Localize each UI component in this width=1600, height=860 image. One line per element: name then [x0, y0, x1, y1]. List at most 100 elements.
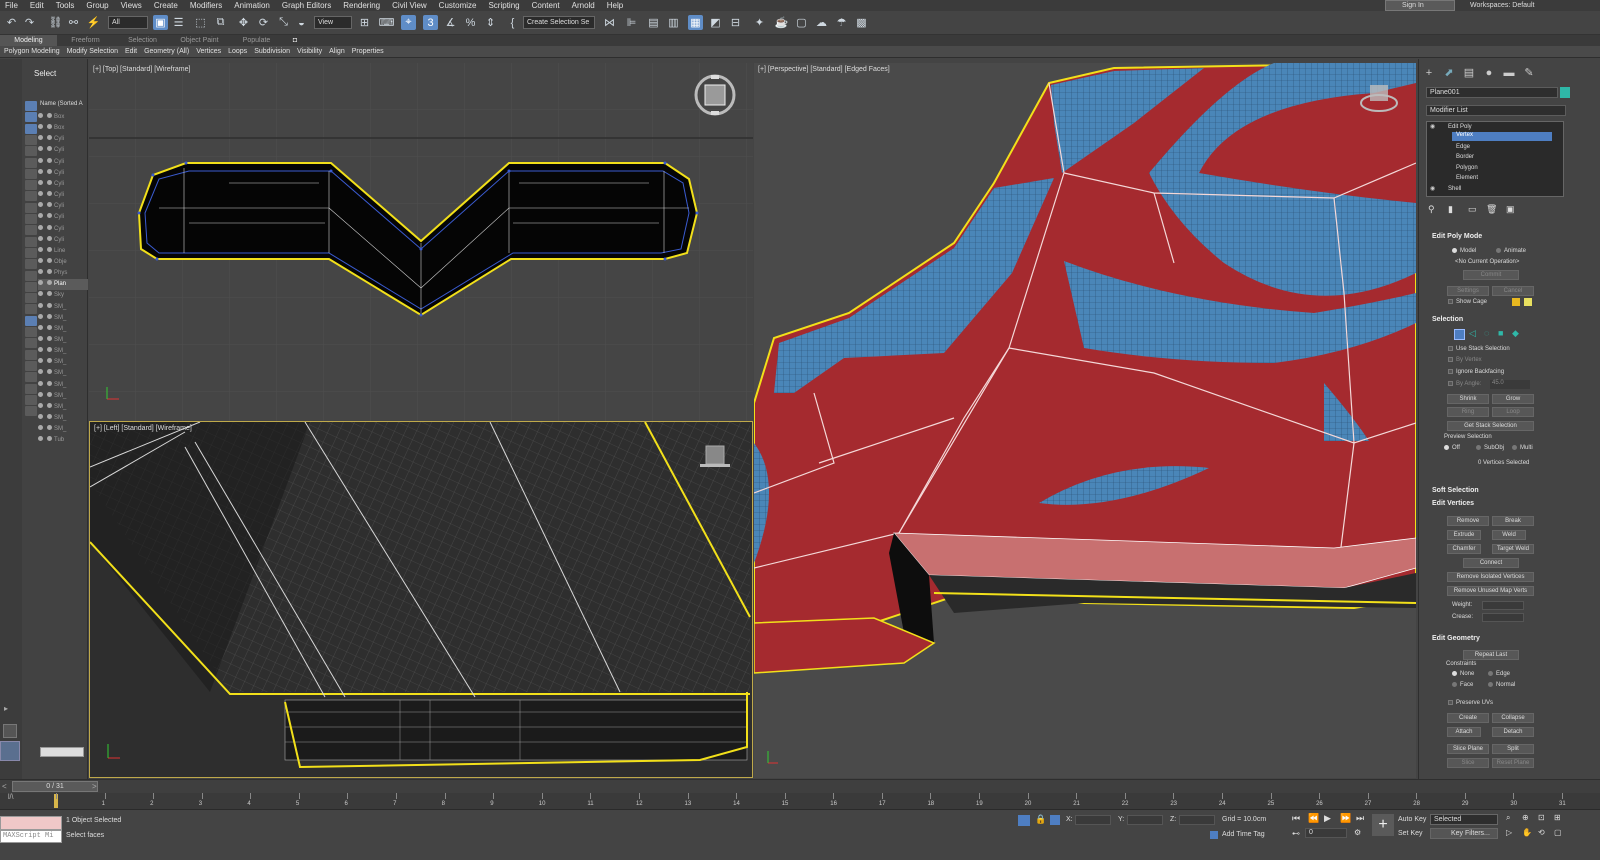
explorer-filter-icon[interactable] — [25, 304, 37, 315]
explorer-item[interactable]: Cyli — [38, 201, 88, 212]
visibility-icon[interactable] — [38, 358, 43, 364]
viewport-layout-icon[interactable] — [0, 741, 20, 761]
visibility-icon[interactable] — [38, 380, 43, 386]
explorer-filter-icon[interactable] — [25, 180, 37, 191]
viewport-perspective[interactable]: [+] [Perspective] [Standard] [Edged Face… — [754, 63, 1416, 778]
freeze-icon[interactable] — [47, 269, 52, 275]
ribbon-edit[interactable]: Edit — [121, 48, 140, 55]
tab-modeling[interactable]: Modeling — [0, 35, 57, 46]
visibility-icon[interactable] — [38, 135, 43, 141]
menu-create[interactable]: Create — [149, 1, 185, 10]
explorer-item[interactable]: SM_ — [38, 357, 88, 368]
explorer-filter-icon[interactable] — [25, 112, 37, 123]
tab-object-paint[interactable]: Object Paint — [171, 35, 228, 46]
ribbon-properties[interactable]: Properties — [348, 48, 387, 55]
visibility-icon[interactable] — [38, 324, 43, 330]
explorer-item[interactable]: SM_ — [38, 324, 88, 335]
undo-icon[interactable]: ↶ — [4, 15, 19, 30]
scene-explorer-icon[interactable]: ▤ — [646, 15, 661, 30]
render-setup-icon[interactable]: ☕ — [774, 15, 789, 30]
freeze-icon[interactable] — [47, 380, 52, 386]
menu-views[interactable]: Views — [116, 1, 149, 10]
visibility-icon[interactable] — [38, 246, 43, 252]
stack-shell[interactable]: Shell — [1448, 186, 1461, 192]
by-angle-spinner[interactable]: 45.0 — [1490, 380, 1530, 389]
y-coordinate-field[interactable] — [1127, 815, 1163, 825]
tab-populate[interactable]: Populate — [228, 35, 285, 46]
make-unique-icon[interactable]: ▭ — [1468, 204, 1477, 215]
explorer-item[interactable]: SM_ — [38, 368, 88, 379]
menu-scripting[interactable]: Scripting — [483, 1, 526, 10]
time-prev-icon[interactable]: < — [2, 782, 10, 791]
menu-group[interactable]: Group — [81, 1, 115, 10]
named-selection-set-dropdown[interactable]: Create Selection Se — [523, 16, 595, 29]
explorer-filter-icon[interactable] — [25, 168, 37, 179]
grow-button[interactable]: Grow — [1492, 394, 1534, 404]
freeze-icon[interactable] — [47, 224, 52, 230]
freeze-icon[interactable] — [47, 358, 52, 364]
go-to-start-icon[interactable]: ⏮ — [1292, 813, 1300, 824]
key-mode-icon[interactable]: ⊷ — [1292, 829, 1300, 838]
remove-button[interactable]: Remove — [1447, 516, 1489, 526]
edge-mode-icon[interactable]: ◁ — [1469, 328, 1476, 339]
freeze-icon[interactable] — [47, 202, 52, 208]
explorer-filter-icon[interactable] — [25, 101, 37, 111]
explorer-filter-icon[interactable] — [25, 225, 37, 236]
edit-geometry-rollout[interactable]: Edit Geometry — [1424, 633, 1558, 645]
freeze-icon[interactable] — [47, 425, 52, 431]
freeze-icon[interactable] — [47, 402, 52, 408]
x-coordinate-field[interactable] — [1075, 815, 1111, 825]
tab-selection[interactable]: Selection — [114, 35, 171, 46]
collapse-button[interactable]: Collapse — [1492, 713, 1534, 723]
viewport-perspective-label[interactable]: [+] [Perspective] [Standard] [Edged Face… — [758, 66, 890, 73]
preserve-uvs-checkbox[interactable]: Preserve UVs — [1448, 700, 1493, 706]
freeze-icon[interactable] — [47, 179, 52, 185]
pan-icon[interactable]: ✋ — [1522, 828, 1532, 837]
visibility-icon[interactable] — [38, 313, 43, 319]
visibility-icon[interactable] — [38, 369, 43, 375]
explorer-item[interactable]: Sky — [38, 290, 88, 301]
repeat-last-button[interactable]: Repeat Last — [1463, 650, 1519, 660]
freeze-icon[interactable] — [47, 324, 52, 330]
keyboard-shortcut-icon[interactable]: ⌨ — [379, 15, 395, 30]
ribbon-loops[interactable]: Loops — [224, 48, 250, 55]
explorer-item[interactable]: Phys — [38, 268, 88, 279]
remove-isolated-vertices-button[interactable]: Remove Isolated Vertices — [1447, 572, 1534, 582]
constraint-normal-radio[interactable]: Normal — [1488, 682, 1515, 688]
visibility-icon[interactable] — [38, 202, 43, 208]
remove-modifier-icon[interactable]: 🗑 — [1486, 204, 1497, 215]
explorer-item[interactable]: Cyli — [38, 179, 88, 190]
target-weld-button[interactable]: Target Weld — [1492, 544, 1534, 554]
explorer-item[interactable]: Plan — [38, 279, 88, 291]
explorer-item[interactable]: SM_ — [38, 313, 88, 324]
zoom-extents-icon[interactable]: ⊡ — [1538, 813, 1545, 822]
stack-edit-poly[interactable]: Edit Poly — [1448, 124, 1472, 130]
show-end-result-icon[interactable]: ▮ — [1448, 204, 1453, 215]
explorer-filter-icon[interactable] — [25, 315, 37, 326]
expand-arrow-icon[interactable]: ▸ — [4, 704, 16, 714]
explorer-item[interactable]: Cyli — [38, 212, 88, 223]
freeze-icon[interactable] — [47, 347, 52, 353]
menu-graph-editors[interactable]: Graph Editors — [277, 1, 338, 10]
explorer-filter-icon[interactable] — [25, 259, 37, 270]
explorer-item[interactable]: Box — [38, 123, 88, 134]
time-slider[interactable]: < 0 / 31 > — [0, 779, 1600, 793]
stack-border[interactable]: Border — [1456, 154, 1474, 160]
orbit-icon[interactable]: ⟲ — [1538, 828, 1545, 837]
configure-sets-icon[interactable]: ▣ — [1506, 204, 1515, 215]
explorer-filter-icon[interactable] — [25, 394, 37, 405]
angle-snap-icon[interactable]: ∡ — [443, 15, 458, 30]
layout-tab-icon[interactable] — [3, 724, 17, 738]
previous-frame-icon[interactable]: ⏪ — [1308, 813, 1319, 824]
rendered-frame-window-icon[interactable]: ▢ — [794, 15, 809, 30]
explorer-filter-icon[interactable] — [25, 281, 37, 292]
freeze-icon[interactable] — [47, 168, 52, 174]
viewport-top[interactable]: [+] [Top] [Standard] [Wireframe] — [89, 63, 753, 421]
explorer-item[interactable]: Cyli — [38, 168, 88, 179]
add-time-tag-button[interactable]: Add Time Tag — [1222, 831, 1265, 838]
constraint-edge-radio[interactable]: Edge — [1488, 671, 1510, 677]
redo-icon[interactable]: ↷ — [22, 15, 37, 30]
zoom-all-icon[interactable]: ⊕ — [1522, 813, 1529, 822]
cage-color-swatch[interactable] — [1512, 298, 1520, 306]
freeze-icon[interactable] — [47, 246, 52, 252]
